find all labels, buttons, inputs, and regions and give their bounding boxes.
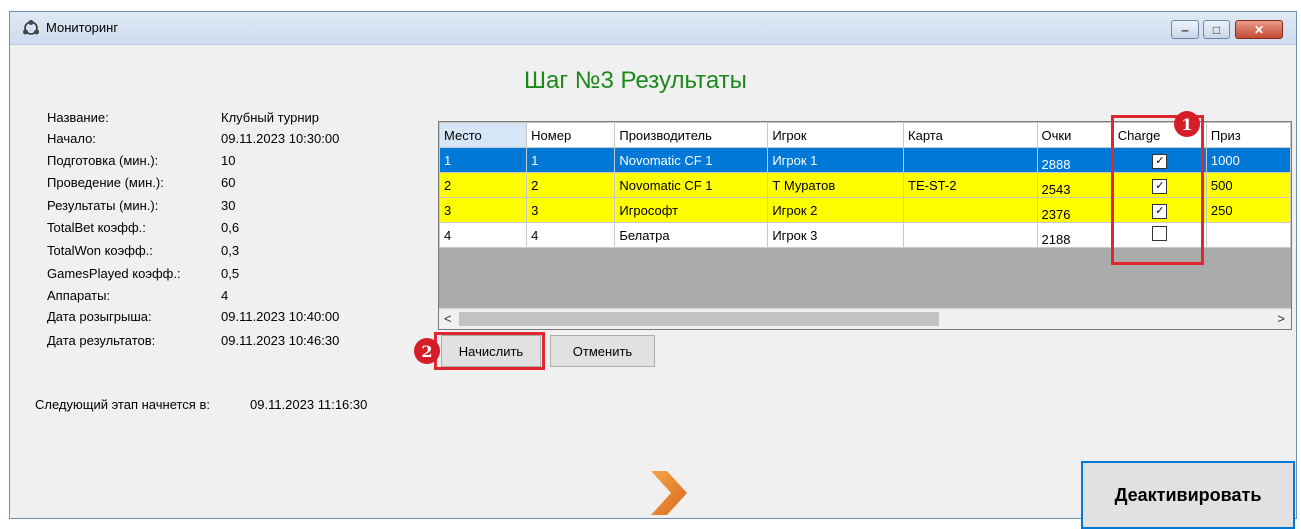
column-header-player[interactable]: Игрок	[767, 122, 905, 148]
cell-number[interactable]: 1	[526, 147, 616, 173]
cell-place[interactable]: 1	[439, 147, 528, 173]
cell-card[interactable]: TE-ST-2	[903, 172, 1038, 198]
cell-maker[interactable]: Игрософт	[614, 197, 769, 223]
next-stage-label: Следующий этап начнется в:	[35, 397, 210, 412]
column-header-place[interactable]: Место	[439, 122, 528, 148]
info-row: Начало: 09.11.2023 10:30:00	[47, 131, 339, 146]
info-label: TotalBet коэфф.:	[47, 220, 146, 235]
maximize-icon: □	[1212, 22, 1221, 37]
cell-number[interactable]: 4	[526, 222, 616, 248]
cell-player[interactable]: Игрок 3	[767, 222, 905, 248]
window-title: Мониторинг	[46, 20, 119, 35]
info-label: Подготовка (мин.):	[47, 153, 159, 168]
cell-card[interactable]	[903, 147, 1038, 173]
cell-prize[interactable]: 1000	[1205, 147, 1291, 173]
cell-points[interactable]: 2376	[1036, 197, 1114, 223]
cell-number[interactable]: 3	[526, 197, 616, 223]
cell-maker[interactable]: Novomatic CF 1	[614, 147, 769, 173]
monitoring-window: Мониторинг ‒ □ ✕ Шаг №3 Результаты Назва…	[9, 11, 1297, 529]
scroll-left-icon[interactable]: <	[444, 311, 452, 326]
column-header-maker[interactable]: Производитель	[614, 122, 769, 148]
cell-place[interactable]: 4	[439, 222, 528, 248]
info-value: 0,5	[221, 266, 240, 281]
cell-place[interactable]: 2	[439, 172, 528, 198]
maximize-button[interactable]: □	[1203, 20, 1230, 39]
scroll-right-icon[interactable]: >	[1277, 311, 1285, 326]
info-label: GamesPlayed коэфф.:	[47, 266, 181, 281]
info-value: 09.11.2023 10:40:00	[221, 309, 340, 324]
info-value: 4	[221, 288, 229, 303]
info-label: Результаты (мин.):	[47, 198, 159, 213]
horizontal-scrollbar[interactable]: < >	[439, 308, 1291, 329]
info-label: TotalWon коэфф.:	[47, 243, 153, 258]
cell-player[interactable]: Игрок 2	[767, 197, 905, 223]
next-stage-row: Следующий этап начнется в: 09.11.2023 11:…	[35, 397, 367, 412]
charge-column-highlight	[1111, 115, 1204, 265]
info-label: Дата результатов:	[47, 333, 156, 348]
cell-card[interactable]	[903, 197, 1038, 223]
title-bar: Мониторинг ‒ □ ✕	[10, 12, 1296, 45]
info-value: 0,3	[221, 243, 240, 258]
info-value: Клубный турнир	[221, 110, 320, 125]
cell-maker[interactable]: Белатра	[614, 222, 769, 248]
deactivate-button[interactable]: Деактивировать	[1081, 461, 1295, 529]
next-stage-value: 09.11.2023 11:16:30	[250, 397, 368, 412]
cell-number[interactable]: 2	[526, 172, 616, 198]
column-header-prize[interactable]: Приз	[1205, 122, 1291, 148]
info-row: Дата розыгрыша: 09.11.2023 10:40:00	[47, 309, 339, 324]
close-button[interactable]: ✕	[1235, 20, 1283, 39]
info-value: 09.11.2023 10:30:00	[221, 131, 340, 146]
cell-card[interactable]	[903, 222, 1038, 248]
next-arrow-icon[interactable]	[649, 469, 689, 517]
cell-points[interactable]: 2888	[1036, 147, 1114, 173]
minimize-button[interactable]: ‒	[1171, 20, 1199, 39]
info-label: Дата розыгрыша:	[47, 309, 152, 324]
info-value: 10	[221, 153, 236, 168]
column-header-points[interactable]: Очки	[1036, 122, 1114, 148]
info-row: GamesPlayed коэфф.: 0,5	[47, 266, 239, 281]
info-label: Проведение (мин.):	[47, 175, 164, 190]
info-label: Начало:	[47, 131, 96, 146]
cell-prize[interactable]: 500	[1205, 172, 1291, 198]
info-row: Результаты (мин.): 30	[47, 198, 235, 213]
info-row: TotalWon коэфф.: 0,3	[47, 243, 239, 258]
info-row: Дата результатов: 09.11.2023 10:46:30	[47, 333, 339, 348]
info-row: Название: Клубный турнир	[47, 110, 319, 125]
callout-badge-1: 1	[1174, 111, 1200, 137]
info-label: Название:	[47, 110, 109, 125]
cell-points[interactable]: 2543	[1036, 172, 1114, 198]
cell-player[interactable]: Игрок 1	[767, 147, 905, 173]
minimize-icon: ‒	[1181, 22, 1189, 37]
info-row: Проведение (мин.): 60	[47, 175, 235, 190]
callout-badge-2: 2	[414, 338, 440, 364]
info-value: 09.11.2023 10:46:30	[221, 333, 340, 348]
cell-prize[interactable]: 250	[1205, 197, 1291, 223]
info-row: Аппараты: 4	[47, 288, 228, 303]
cell-maker[interactable]: Novomatic CF 1	[614, 172, 769, 198]
cell-place[interactable]: 3	[439, 197, 528, 223]
monitoring-app-icon	[23, 20, 39, 35]
step-heading: Шаг №3 Результаты	[524, 67, 747, 94]
accrue-button-highlight	[434, 332, 545, 370]
info-row: Подготовка (мин.): 10	[47, 153, 235, 168]
cancel-button[interactable]: Отменить	[550, 335, 655, 367]
cell-points[interactable]: 2188	[1036, 222, 1114, 248]
info-value: 0,6	[221, 220, 240, 235]
info-label: Аппараты:	[47, 288, 111, 303]
close-icon: ✕	[1253, 22, 1265, 37]
cell-prize[interactable]	[1205, 222, 1291, 248]
column-header-card[interactable]: Карта	[903, 122, 1038, 148]
scrollbar-thumb[interactable]	[459, 312, 939, 326]
cell-player[interactable]: Т Муратов	[767, 172, 905, 198]
info-row: TotalBet коэфф.: 0,6	[47, 220, 239, 235]
column-header-number[interactable]: Номер	[526, 122, 616, 148]
info-value: 60	[221, 175, 236, 190]
info-value: 30	[221, 198, 236, 213]
